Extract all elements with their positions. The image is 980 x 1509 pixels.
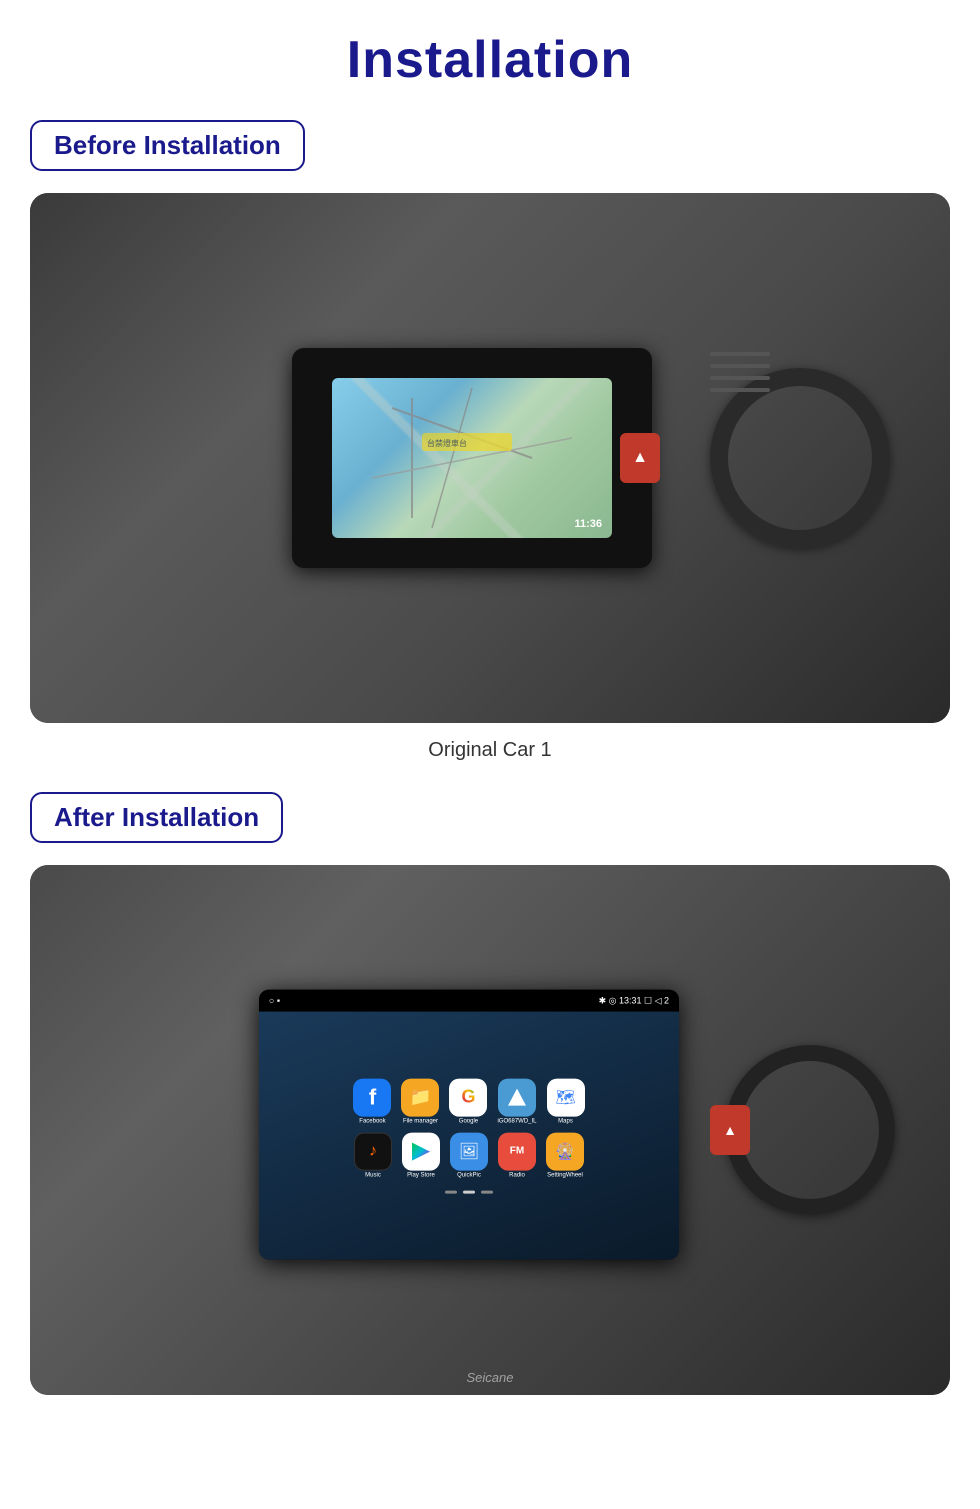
radio-label: Radio [509,1172,525,1178]
before-dashboard: 台禁燈車台 11:36 [292,348,652,568]
before-section: Before Installation 台禁燈車台 11:36 [0,120,980,792]
quickpic-label: QuickPic [457,1172,481,1178]
quickpic-app[interactable]: 🖼 QuickPic [450,1132,488,1178]
maps-icon: 🗺 [547,1078,585,1116]
android-status-bar: ○ ▪ ✱ ◎ 13:31 ☐ ◁ 2 [259,990,679,1012]
setting-wheel-icon: 🎡 [546,1132,584,1170]
file-manager-label: File manager [403,1118,438,1124]
file-manager-app[interactable]: 📁 File manager [401,1078,439,1124]
igo-label: iGO687WD_IL [497,1118,536,1124]
quickpic-icon: 🖼 [450,1132,488,1170]
maps-app[interactable]: 🗺 Maps [547,1078,585,1124]
music-label: Music [365,1172,381,1178]
file-manager-icon: 📁 [401,1078,439,1116]
after-section: After Installation ○ ▪ ✱ ◎ 13:31 ☐ ◁ 2 [0,792,980,1395]
before-caption: Original Car 1 [428,739,551,762]
setting-wheel-app[interactable]: 🎡 SettingWheel [546,1132,584,1178]
google-label: Google [459,1118,478,1124]
setting-wheel-label: SettingWheel [547,1172,583,1178]
svg-text:台禁燈車台: 台禁燈車台 [427,438,467,448]
play-store-app[interactable]: Play Store [402,1132,440,1178]
facebook-app[interactable]: f Facebook [353,1078,391,1124]
after-label-row: After Installation [0,792,980,865]
after-steering-wheel [725,1045,895,1215]
android-home-screen: f Facebook 📁 File manager [259,1012,679,1260]
nav-time: 11:36 [574,518,602,530]
before-vents [710,352,770,392]
facebook-label: Facebook [359,1118,385,1124]
before-hazard-button: ▲ [620,433,660,483]
after-installation-badge: After Installation [30,792,283,843]
igo-app[interactable]: iGO687WD_IL [497,1078,536,1124]
before-steering-wheel [710,368,890,548]
google-icon: G [449,1078,487,1116]
app-row-1: f Facebook 📁 File manager [353,1078,584,1124]
maps-label: Maps [558,1118,573,1124]
before-car-image: 台禁燈車台 11:36 ▲ [30,193,950,723]
page-title: Installation [347,30,633,90]
play-store-label: Play Store [407,1172,435,1178]
facebook-icon: f [353,1078,391,1116]
music-app[interactable]: ♪ Music [354,1132,392,1178]
after-hazard-button: ▲ [710,1105,750,1155]
status-right: ✱ ◎ 13:31 ☐ ◁ 2 [599,995,669,1006]
google-app[interactable]: G Google [449,1078,487,1124]
before-scene: 台禁燈車台 11:36 ▲ [30,193,950,723]
seicane-watermark: Seicane [467,1370,514,1385]
after-car-image: ○ ▪ ✱ ◎ 13:31 ☐ ◁ 2 f Facebook [30,865,950,1395]
after-scene: ○ ▪ ✱ ◎ 13:31 ☐ ◁ 2 f Facebook [30,865,950,1395]
radio-app[interactable]: FM Radio [498,1132,536,1178]
before-label-row: Before Installation [0,120,980,193]
radio-icon: FM [498,1132,536,1170]
before-installation-badge: Before Installation [30,120,305,171]
app-row-2: ♪ Music [354,1132,584,1178]
android-head-unit: ○ ▪ ✱ ◎ 13:31 ☐ ◁ 2 f Facebook [259,990,679,1260]
original-nav-screen: 台禁燈車台 11:36 [332,378,612,538]
play-store-icon [402,1132,440,1170]
status-left: ○ ▪ [269,996,280,1006]
igo-icon [498,1078,536,1116]
music-icon: ♪ [354,1132,392,1170]
